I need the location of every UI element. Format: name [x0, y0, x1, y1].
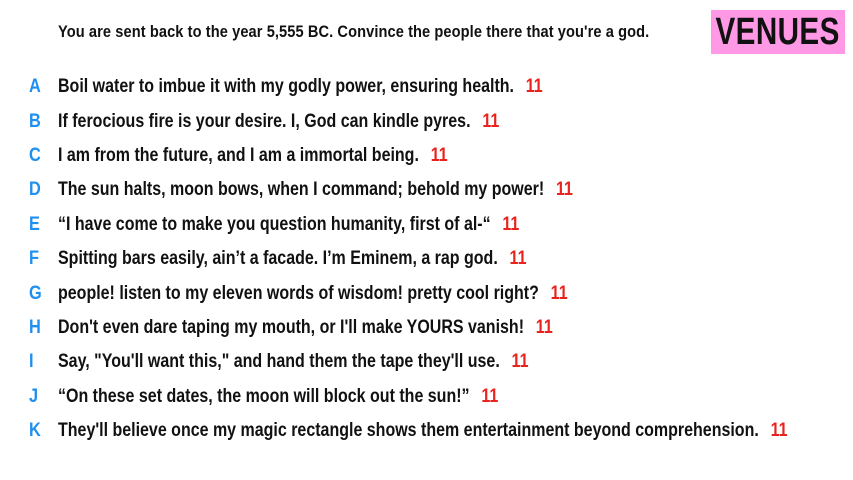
answer-score: 11	[525, 76, 543, 98]
prompt-text: You are sent back to the year 5,555 BC. …	[58, 22, 650, 41]
answer-text: Don't even dare taping my mouth, or I'll…	[58, 316, 525, 338]
badge-label: VENUES	[715, 11, 841, 53]
answer-letter: E	[29, 213, 40, 235]
answer-letter: C	[29, 144, 41, 166]
answer-text: Boil water to imbue it with my godly pow…	[58, 76, 514, 98]
answer-body: Say, "You'll want this," and hand them t…	[58, 351, 528, 373]
answer-row-h[interactable]: H Don't even dare taping my mouth, or I'…	[0, 311, 853, 345]
answer-score: 11	[511, 351, 529, 373]
answer-letter: B	[29, 110, 41, 132]
answer-body: Spitting bars easily, ain’t a facade. I’…	[58, 248, 526, 270]
answer-letter: I	[29, 351, 34, 373]
answer-score: 11	[481, 385, 499, 407]
answer-text: people! listen to my eleven words of wis…	[58, 282, 539, 304]
answer-body: They'll believe once my magic rectangle …	[58, 420, 788, 442]
answer-letter: F	[29, 248, 39, 270]
answer-row-a[interactable]: A Boil water to imbue it with my godly p…	[0, 70, 853, 104]
answer-letter: J	[29, 385, 39, 407]
answer-letter: A	[29, 76, 41, 98]
answer-text: Spitting bars easily, ain’t a facade. I’…	[58, 248, 498, 270]
answer-text: If ferocious fire is your desire. I, God…	[58, 110, 471, 132]
answer-row-f[interactable]: F Spitting bars easily, ain’t a facade. …	[0, 242, 853, 276]
answer-body: Don't even dare taping my mouth, or I'll…	[58, 317, 553, 339]
answer-body: If ferocious fire is your desire. I, God…	[58, 111, 499, 133]
answer-row-k[interactable]: K They'll believe once my magic rectangl…	[0, 414, 853, 448]
answer-score: 11	[509, 248, 527, 270]
answer-text: They'll believe once my magic rectangle …	[58, 420, 759, 442]
answer-row-c[interactable]: C I am from the future, and I am a immor…	[0, 139, 853, 173]
answer-row-b[interactable]: B If ferocious fire is your desire. I, G…	[0, 104, 853, 138]
answer-row-j[interactable]: J “On these set dates, the moon will blo…	[0, 380, 853, 414]
answer-score: 11	[770, 420, 788, 442]
answer-body: “I have come to make you question humani…	[58, 214, 519, 236]
answer-score: 11	[430, 144, 448, 166]
answer-body: people! listen to my eleven words of wis…	[58, 283, 568, 305]
answer-letter: K	[29, 420, 41, 442]
answer-letter: D	[29, 179, 41, 201]
answer-text: “I have come to make you question humani…	[58, 213, 491, 235]
answer-row-d[interactable]: D The sun halts, moon bows, when I comma…	[0, 173, 853, 207]
answer-text: I am from the future, and I am a immorta…	[58, 144, 419, 166]
answer-body: I am from the future, and I am a immorta…	[58, 145, 448, 167]
answer-text: The sun halts, moon bows, when I command…	[58, 179, 545, 201]
answer-score: 11	[502, 213, 520, 235]
answer-text: “On these set dates, the moon will block…	[58, 385, 470, 407]
answer-row-e[interactable]: E “I have come to make you question huma…	[0, 208, 853, 242]
answer-row-g[interactable]: G people! listen to my eleven words of w…	[0, 276, 853, 310]
answer-score: 11	[555, 179, 573, 201]
answer-text: Say, "You'll want this," and hand them t…	[58, 351, 500, 373]
answer-score: 11	[482, 110, 500, 132]
answer-body: Boil water to imbue it with my godly pow…	[58, 76, 543, 98]
answer-list: A Boil water to imbue it with my godly p…	[0, 70, 853, 448]
answer-score: 11	[535, 316, 553, 338]
answer-body: “On these set dates, the moon will block…	[58, 386, 498, 408]
venues-badge: VENUES	[711, 10, 845, 54]
answer-score: 11	[550, 282, 568, 304]
answer-row-i[interactable]: I Say, "You'll want this," and hand them…	[0, 345, 853, 379]
answer-body: The sun halts, moon bows, when I command…	[58, 179, 573, 201]
answer-letter: G	[29, 282, 42, 304]
answer-letter: H	[29, 316, 41, 338]
